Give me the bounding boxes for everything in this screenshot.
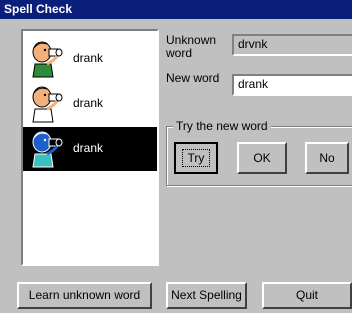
word-picture-list[interactable]: drank drank drank [21, 29, 159, 266]
try-button-label: Try [181, 149, 211, 167]
learn-unknown-word-button[interactable]: Learn unknown word [17, 282, 152, 309]
unknown-word-label-line2: word [166, 46, 193, 60]
list-item-word: drank [73, 51, 104, 65]
new-word-input[interactable]: drank [232, 74, 352, 96]
try-group-title: Try the new word [173, 119, 271, 133]
ok-button[interactable]: OK [237, 142, 287, 174]
next-spelling-button[interactable]: Next Spelling [166, 282, 247, 309]
list-item[interactable]: drank [23, 37, 157, 81]
person-drinking-icon [32, 41, 63, 78]
list-item[interactable]: drank [23, 82, 157, 126]
quit-label: Quit [295, 288, 318, 302]
window-title: Spell Check [0, 0, 352, 19]
new-word-label: New word [166, 71, 220, 85]
learn-unknown-word-label: Learn unknown word [28, 288, 141, 302]
try-button[interactable]: Try [174, 142, 218, 174]
no-button[interactable]: No [305, 142, 349, 174]
no-button-label: No [319, 151, 335, 165]
list-item-word: drank [73, 96, 104, 110]
unknown-word-field: drvnk [232, 34, 352, 56]
person-drinking-icon [32, 131, 63, 168]
next-spelling-label: Next Spelling [171, 288, 242, 302]
person-drinking-icon [32, 86, 63, 123]
quit-button[interactable]: Quit [262, 282, 352, 309]
ok-button-label: OK [253, 151, 271, 165]
list-item-selected[interactable]: drank [23, 127, 157, 171]
list-item-word: drank [73, 141, 104, 155]
